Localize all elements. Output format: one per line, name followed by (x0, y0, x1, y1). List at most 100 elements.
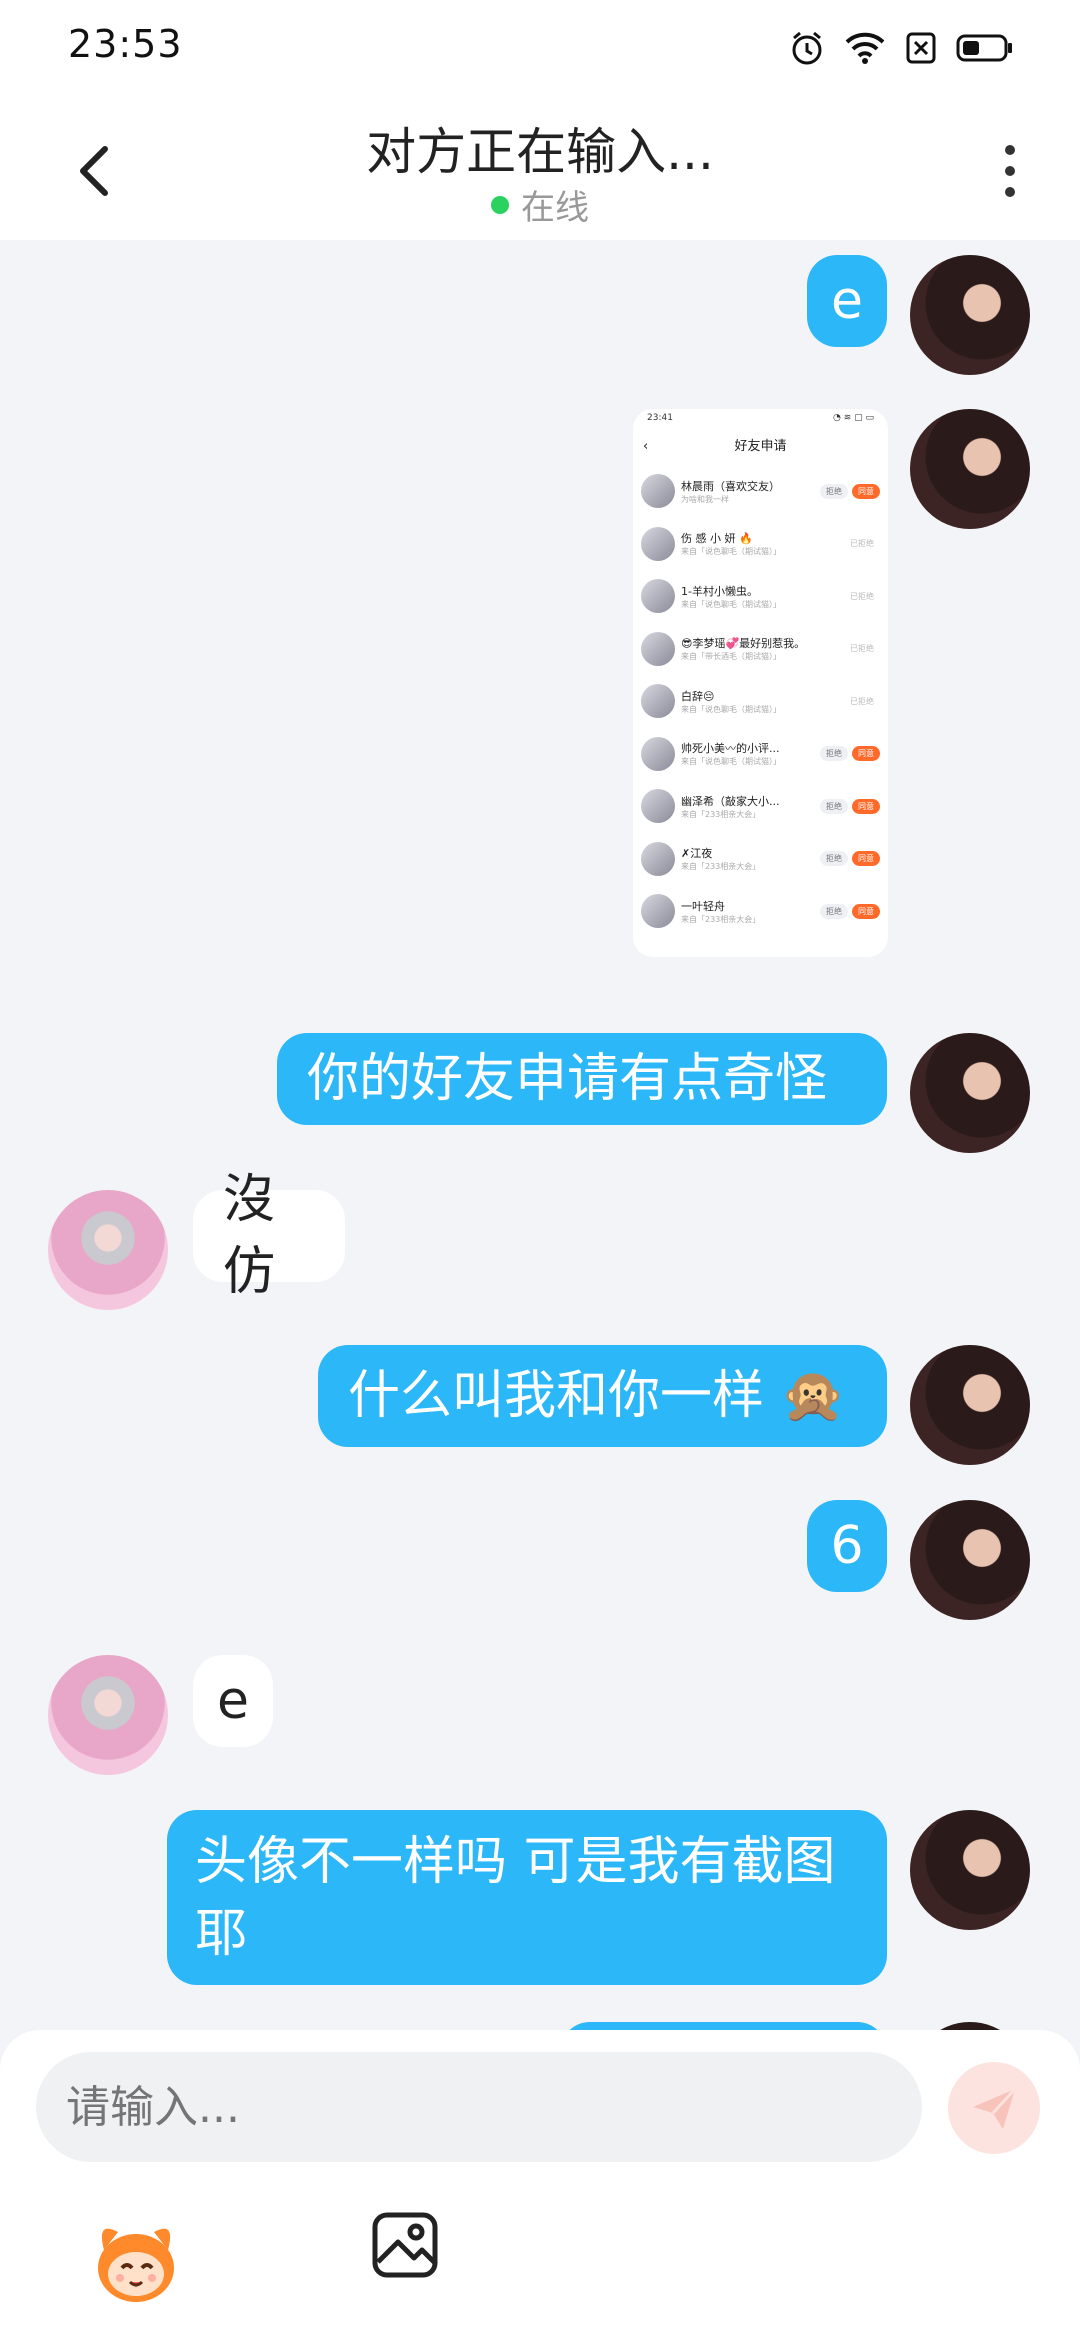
screenshot-name: ✗江夜 (681, 847, 713, 861)
screenshot-accept-button: 同意 (852, 903, 880, 919)
image-button[interactable] (370, 2210, 440, 2280)
screenshot-source: 为啥和我一样 (681, 494, 729, 504)
message-bubble-outgoing[interactable] (560, 2022, 887, 2030)
screenshot-request-row: 白辞😔 来自「说色聊毛（期试猫）」 已拒绝 (633, 675, 888, 728)
my-avatar[interactable] (910, 1033, 1030, 1153)
screenshot-name: 1-羊村小懒虫。 (681, 584, 758, 598)
screenshot-source: 来自「233相亲大会」 (681, 862, 761, 872)
screenshot-accept-button: 同意 (852, 746, 880, 762)
no-sim-icon (906, 32, 936, 64)
screenshot-accept-button: 同意 (852, 851, 880, 867)
screenshot-status-bar: 23:41 ◔ ≋ ▢ ▭ (647, 413, 874, 423)
battery-icon (956, 34, 1012, 62)
input-bar (0, 2030, 1080, 2340)
screenshot-avatar (641, 526, 675, 561)
message-text: 沒仿 (223, 1170, 276, 1302)
alarm-icon (792, 31, 822, 65)
screenshot-request-row: ✗江夜 来自「233相亲大会」 拒绝 同意 (633, 833, 888, 886)
screenshot-name: 一叶轻舟 (681, 899, 725, 913)
screenshot-reject-button: 拒绝 (820, 798, 848, 814)
screenshot-name: 幽泽希（敲家大小... (681, 794, 780, 808)
screenshot-request-row: 😎李梦瑶💞最好别惹我。 来自「带长酒毛（期试猫）」 已拒绝 (633, 623, 888, 676)
screenshot-request-row: 林晨雨（喜欢交友） 为啥和我一样 拒绝 同意 (633, 465, 888, 518)
screenshot-request-row: 一叶轻舟 来自「233相亲大会」 拒绝 同意 (633, 885, 888, 938)
screenshot-name: 白辞😔 (681, 689, 715, 703)
screenshot-request-row: 幽泽希（敲家大小... 来自「233相亲大会」 拒绝 同意 (633, 780, 888, 833)
screenshot-avatar (641, 736, 675, 771)
my-avatar[interactable] (910, 255, 1030, 375)
screenshot-avatar (641, 579, 675, 614)
message-bubble-outgoing[interactable]: 你的好友申请有点奇怪 (277, 1033, 887, 1125)
wifi-icon (845, 32, 885, 64)
message-bubble-incoming[interactable]: 沒仿 (193, 1170, 345, 1302)
screenshot-source: 来自「说色聊毛（期试猫）」 (681, 547, 781, 557)
screenshot-name: 伤 感 小 妍 🔥 (681, 532, 753, 546)
screenshot-reject-button: 拒绝 (820, 851, 848, 867)
message-text: 什么叫我和你一样 🙊 (348, 1366, 846, 1426)
screenshot-reject-button: 拒绝 (820, 746, 848, 762)
screenshot-title: ‹ 好友申请 (643, 439, 787, 454)
online-status-label: 在线 (521, 188, 589, 228)
more-options-button[interactable] (980, 136, 1040, 206)
screenshot-avatar (641, 684, 675, 719)
screenshot-accept-button: 同意 (852, 798, 880, 814)
send-button[interactable] (948, 2062, 1040, 2154)
message-bubble-outgoing[interactable]: 什么叫我和你一样 🙊 (318, 1345, 887, 1447)
page-title: 对方正在输入... (366, 123, 714, 181)
screenshot-source: 来自「说色聊毛（期试猫）」 (681, 704, 781, 714)
contact-avatar[interactable] (48, 1655, 168, 1775)
screenshot-status-label: 已拒绝 (850, 644, 874, 654)
message-text: e (831, 271, 863, 331)
message-text: 你的好友申请有点奇怪 (307, 1049, 828, 1109)
send-icon (973, 2087, 1017, 2129)
message-list[interactable]: e 23:41 ◔ ≋ ▢ ▭ ‹ 好友申请 林晨雨（喜欢交友） 为啥和我一样 拒绝 同意… (0, 240, 1080, 2030)
message-bubble-outgoing[interactable]: 头像不一样吗 可是我有截图耶 (167, 1810, 887, 1985)
screenshot-source: 来自「233相亲大会」 (681, 914, 761, 924)
my-avatar[interactable] (910, 1810, 1030, 1930)
screenshot-name: 😎李梦瑶💞最好别惹我。 (681, 637, 806, 651)
message-input[interactable] (36, 2052, 922, 2162)
screenshot-avatar (641, 841, 675, 876)
more-vertical-icon (1005, 145, 1015, 155)
my-avatar[interactable] (910, 409, 1030, 529)
image-icon (372, 2212, 438, 2278)
chat-header: 对方正在输入... 在线 (0, 96, 1080, 240)
screenshot-reject-button: 拒绝 (820, 483, 848, 499)
screenshot-request-row: 帅死小美〰的小评... 来自「说色聊毛（期试猫）」 拒绝 同意 (633, 728, 888, 781)
my-avatar[interactable] (910, 2022, 1030, 2030)
screenshot-name: 林晨雨（喜欢交友） (681, 479, 780, 493)
screenshot-status-label: 已拒绝 (850, 539, 874, 549)
screenshot-source: 来自「带长酒毛（期试猫）」 (681, 652, 781, 662)
status-icons (790, 28, 1014, 68)
emoji-button[interactable] (86, 2210, 186, 2310)
online-status: 在线 (0, 180, 1080, 229)
contact-avatar[interactable] (48, 1190, 168, 1310)
screenshot-source: 来自「说色聊毛（期试猫）」 (681, 599, 781, 609)
my-avatar[interactable] (910, 1500, 1030, 1620)
screenshot-source: 来自「233相亲大会」 (681, 809, 761, 819)
message-text: e (217, 1671, 249, 1731)
screenshot-avatar (641, 789, 675, 824)
status-bar: 23:53 (0, 0, 1080, 96)
screenshot-avatar (641, 894, 675, 929)
message-text: 6 (830, 1516, 864, 1576)
message-bubble-outgoing[interactable]: 6 (807, 1500, 887, 1592)
message-bubble-outgoing[interactable]: e (807, 255, 887, 347)
screenshot-accept-button: 同意 (852, 483, 880, 499)
screenshot-status-label: 已拒绝 (850, 591, 874, 601)
message-bubble-incoming[interactable]: e (193, 1655, 273, 1747)
my-avatar[interactable] (910, 1345, 1030, 1465)
screenshot-avatar (641, 474, 675, 509)
status-time: 23:53 (68, 22, 183, 66)
screenshot-status-label: 已拒绝 (850, 696, 874, 706)
screenshot-source: 来自「说色聊毛（期试猫）」 (681, 757, 781, 767)
image-message[interactable]: 23:41 ◔ ≋ ▢ ▭ ‹ 好友申请 林晨雨（喜欢交友） 为啥和我一样 拒绝 同意伤 … (633, 409, 888, 957)
screenshot-avatar (641, 631, 675, 666)
screenshot-request-row: 伤 感 小 妍 🔥 来自「说色聊毛（期试猫）」 已拒绝 (633, 518, 888, 571)
screenshot-reject-button: 拒绝 (820, 903, 848, 919)
message-text: 头像不一样吗 可是我有截图耶 (195, 1831, 836, 1964)
screenshot-name: 帅死小美〰的小评... (681, 742, 780, 756)
screenshot-request-row: 1-羊村小懒虫。 来自「说色聊毛（期试猫）」 已拒绝 (633, 570, 888, 623)
online-dot (491, 195, 509, 214)
screenshot-request-list: 林晨雨（喜欢交友） 为啥和我一样 拒绝 同意伤 感 小 妍 🔥 来自「说色聊毛（期试猫）… (633, 465, 888, 938)
